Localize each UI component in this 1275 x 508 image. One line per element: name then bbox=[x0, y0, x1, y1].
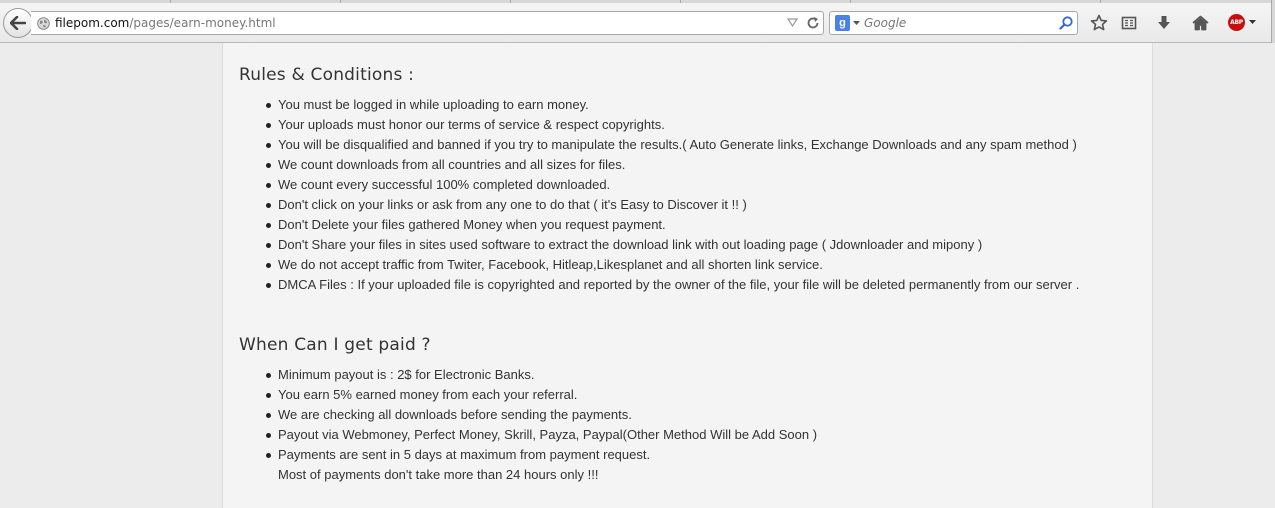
list-item: DMCA Files : If your uploaded file is co… bbox=[265, 275, 1079, 295]
list-item: Don't Share your files in sites used sof… bbox=[265, 235, 1079, 255]
list-item: We count every successful 100% completed… bbox=[265, 175, 1079, 195]
list-item: You will be disqualified and banned if y… bbox=[265, 135, 1079, 155]
list-item: Your uploads must honor our terms of ser… bbox=[265, 115, 1079, 135]
google-icon[interactable]: g bbox=[835, 15, 850, 31]
list-item: Minimum payout is : 2$ for Electronic Ba… bbox=[265, 365, 817, 385]
url-path: /pages/earn-money.html bbox=[129, 16, 276, 30]
tab-strip bbox=[0, 0, 1275, 3]
list-item: We count downloads from all countries an… bbox=[265, 155, 1079, 175]
toolbar-edge bbox=[1271, 0, 1275, 43]
home-button[interactable] bbox=[1189, 12, 1211, 34]
payment-note: Most of payments don't take more than 24… bbox=[278, 467, 599, 482]
url-text[interactable]: filepom.com/pages/earn-money.html bbox=[55, 16, 276, 30]
content-panel: Rules & Conditions : You must be logged … bbox=[222, 43, 1153, 508]
payment-list: Minimum payout is : 2$ for Electronic Ba… bbox=[265, 365, 817, 485]
reload-icon[interactable] bbox=[806, 16, 820, 30]
payment-title: When Can I get paid ? bbox=[239, 335, 431, 355]
list-item: Payout via Webmoney, Perfect Money, Skri… bbox=[265, 425, 817, 445]
reading-list-button[interactable] bbox=[1118, 12, 1140, 34]
chevron-down-icon[interactable] bbox=[853, 21, 860, 26]
search-input[interactable] bbox=[864, 15, 1044, 31]
list-item: Don't Delete your files gathered Money w… bbox=[265, 215, 1079, 235]
dropmarker-icon[interactable] bbox=[787, 18, 798, 27]
download-icon bbox=[1158, 16, 1170, 29]
list-item: We are checking all downloads before sen… bbox=[265, 405, 817, 425]
bookmark-star-icon bbox=[1090, 14, 1108, 31]
list-item: You must be logged in while uploading to… bbox=[265, 95, 1079, 115]
list-item: Don't click on your links or ask from an… bbox=[265, 195, 1079, 215]
back-arrow-icon bbox=[10, 16, 26, 30]
reading-list-icon bbox=[1121, 16, 1137, 30]
rules-list: You must be logged in while uploading to… bbox=[265, 95, 1079, 295]
back-button[interactable] bbox=[3, 8, 33, 38]
list-item: Payments are sent in 5 days at maximum f… bbox=[265, 445, 817, 465]
globe-icon bbox=[37, 17, 50, 30]
page-viewport: Rules & Conditions : You must be logged … bbox=[0, 43, 1275, 508]
bookmark-star-button[interactable] bbox=[1088, 12, 1110, 34]
magnifier-icon[interactable] bbox=[1059, 16, 1073, 30]
search-bar[interactable]: g bbox=[829, 11, 1078, 35]
url-bar[interactable]: filepom.com/pages/earn-money.html bbox=[31, 11, 824, 35]
download-button[interactable] bbox=[1153, 12, 1175, 34]
list-item: We do not accept traffic from Twiter, Fa… bbox=[265, 255, 1079, 275]
adblock-icon[interactable]: ABP bbox=[1228, 14, 1245, 31]
browser-toolbar: filepom.com/pages/earn-money.html g Goog… bbox=[0, 0, 1275, 43]
rules-title: Rules & Conditions : bbox=[239, 65, 415, 85]
list-item: You earn 5% earned money from each your … bbox=[265, 385, 817, 405]
home-icon bbox=[1191, 15, 1209, 31]
chevron-down-icon[interactable] bbox=[1249, 20, 1256, 25]
url-host: filepom.com bbox=[55, 16, 130, 30]
